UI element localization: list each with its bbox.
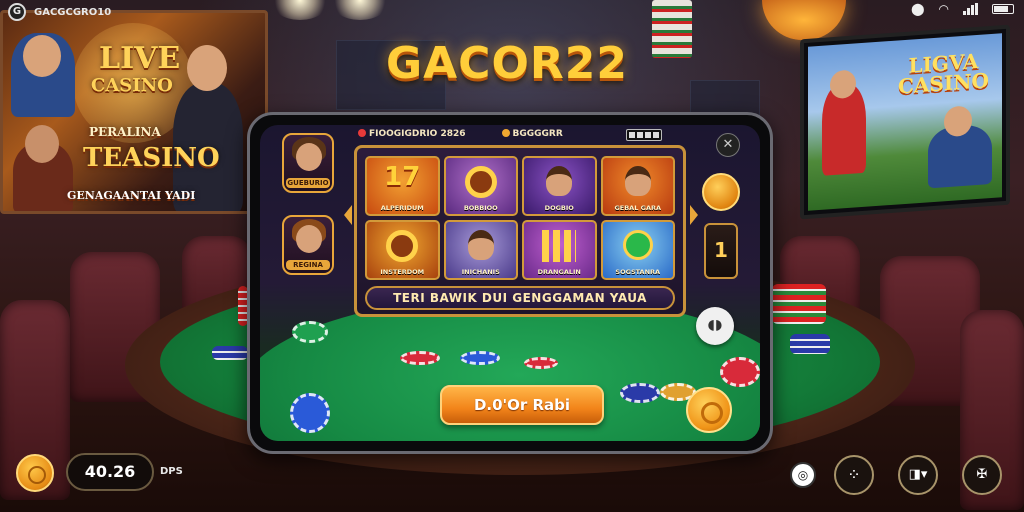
- poster-title-line2: CASINO: [91, 75, 173, 96]
- promo-banner: TERI BAWIK DUI GENGGAMAN YAUA: [365, 286, 675, 310]
- target-icon[interactable]: ◎: [790, 462, 816, 488]
- signal-icon: [963, 3, 978, 15]
- player-avatar[interactable]: REGINA: [282, 215, 334, 275]
- chip-stack: [790, 334, 830, 354]
- game-art: [386, 230, 419, 262]
- game-tile-label: SOGSTANRA: [615, 268, 661, 276]
- game-tile-label: INSTERDOM: [380, 268, 425, 276]
- game-tile[interactable]: 17 ALPERIDUM: [365, 156, 440, 216]
- player-avatar-name: GUEBURIO: [286, 178, 330, 188]
- poster-title-line3: PERALINA: [89, 125, 161, 139]
- game-tile-label: ALPERIDUM: [380, 204, 424, 212]
- tv-title: LIGVA CASINO: [898, 49, 989, 99]
- close-icon[interactable]: ✕: [716, 133, 740, 157]
- chip-logo-icon[interactable]: ✠: [962, 455, 1002, 495]
- poster-title-line1: LIVE: [99, 41, 181, 76]
- status-right-label: BGGGGRR: [512, 129, 563, 139]
- game-tile-label: GEBAL GARA: [614, 204, 662, 212]
- menu-grid-icon[interactable]: ◨▾: [898, 455, 938, 495]
- game-tile-label: DRANGALIN: [537, 268, 581, 276]
- game-tile-label: INICHANIS: [461, 268, 500, 276]
- bonus-coin-button[interactable]: [702, 173, 740, 211]
- phone-device: FIOOGIGDRIO 2826 BGGGGRR ✕ GUEBURIO REGI…: [247, 112, 773, 454]
- game-art: [467, 230, 494, 260]
- wall-tv: LIGVA CASINO: [800, 24, 1010, 220]
- bet-coin-button[interactable]: [686, 387, 732, 433]
- game-tile[interactable]: SOGSTANRA: [600, 220, 675, 280]
- player-avatar[interactable]: GUEBURIO: [282, 133, 334, 193]
- game-tiles: 17 ALPERIDUM BOBBIOO DOGBIO GEBAL GARA INSTER…: [365, 156, 675, 280]
- game-art: [624, 166, 651, 196]
- balance-display: 40.26: [66, 453, 154, 491]
- wifi-icon: ◠: [938, 2, 949, 16]
- grid-next-arrow[interactable]: [690, 205, 698, 225]
- game-tile[interactable]: INSTERDOM: [365, 220, 440, 280]
- game-art: [546, 166, 573, 196]
- game-tile[interactable]: DRANGALIN: [522, 220, 597, 280]
- game-art: [542, 230, 577, 262]
- brand-title: GACOR22: [386, 38, 628, 89]
- game-tile[interactable]: DOGBIO: [522, 156, 597, 216]
- status-right: BGGGGRR: [501, 129, 563, 139]
- live-dot-icon: [358, 129, 366, 137]
- game-tile[interactable]: GEBAL GARA: [600, 156, 675, 216]
- phone-status-row: FIOOGIGDRIO 2826 BGGGGRR: [358, 129, 563, 139]
- grid-prev-arrow[interactable]: [344, 205, 352, 225]
- game-art: [622, 230, 653, 260]
- status-left-label: FIOOGIGDRIO 2826: [369, 129, 466, 139]
- game-tile-label: BOBBIOO: [463, 204, 498, 212]
- game-tile[interactable]: INICHANIS: [443, 220, 518, 280]
- player-avatar-name: REGINA: [286, 260, 330, 270]
- coin-button[interactable]: [16, 454, 54, 492]
- coin-dot-icon: [501, 129, 510, 137]
- game-tile-label: DOGBIO: [544, 204, 574, 212]
- chip: [720, 357, 760, 387]
- live-casino-poster: LIVE CASINO PERALINA TEASINO GENAGAANTAI…: [0, 10, 268, 214]
- system-bar-right: ⬤ ◠: [911, 2, 1014, 16]
- chip: [620, 383, 660, 403]
- chip: [292, 321, 328, 343]
- status-left: FIOOGIGDRIO 2826: [358, 129, 466, 139]
- battery-icon: [992, 4, 1014, 14]
- chip-stack: [212, 346, 248, 360]
- system-bar-left: G GACGCGRO10: [8, 3, 111, 21]
- balance-unit: DPS: [160, 466, 183, 477]
- game-art: [464, 166, 497, 198]
- poster-caption: GENAGAANTAI YADI: [67, 189, 196, 202]
- location-pin-icon: ⬤: [911, 2, 925, 16]
- chip: [524, 357, 558, 369]
- level-button[interactable]: 1: [704, 223, 738, 279]
- poster-title-line4: TEASINO: [83, 143, 220, 173]
- game-tile[interactable]: BOBBIOO: [443, 156, 518, 216]
- chip: [290, 393, 330, 433]
- app-name: GACGCGRO10: [34, 6, 112, 18]
- play-now-button[interactable]: D.0'Or Rabi: [440, 385, 604, 425]
- hanging-chip-stack: [652, 0, 692, 58]
- chip: [400, 351, 440, 365]
- chips-icon[interactable]: ⁘: [834, 455, 874, 495]
- chip: [460, 351, 500, 365]
- phone-screen: FIOOGIGDRIO 2826 BGGGGRR ✕ GUEBURIO REGI…: [260, 125, 760, 441]
- app-logo-icon: G: [8, 3, 26, 21]
- tv-title-line2: CASINO: [898, 68, 989, 99]
- game-grid: 17 ALPERIDUM BOBBIOO DOGBIO GEBAL GARA INSTER…: [354, 145, 686, 317]
- phone-battery-icon: [626, 129, 662, 141]
- game-art: 17: [384, 162, 421, 192]
- chip-stack: [772, 284, 826, 324]
- waveform-icon[interactable]: ◖◗: [696, 307, 734, 345]
